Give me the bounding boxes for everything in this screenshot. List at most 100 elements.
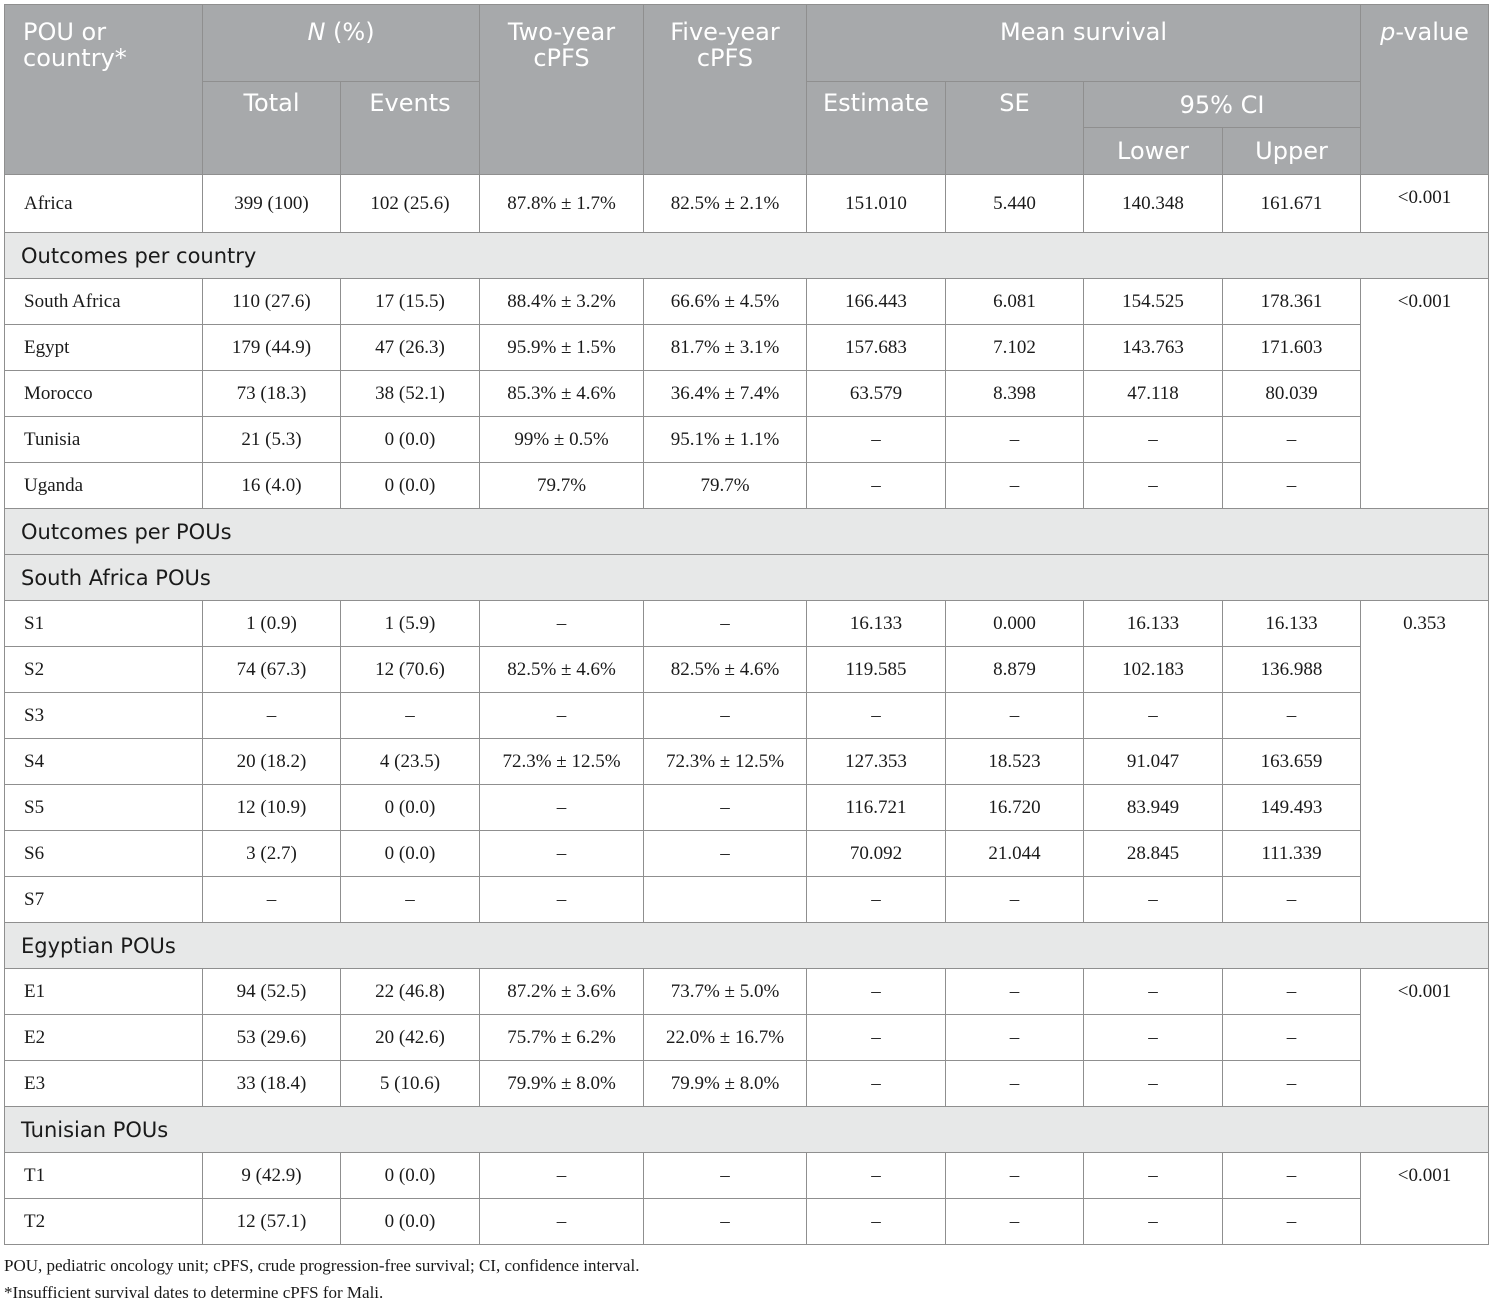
- cell-se: 5.440: [945, 174, 1084, 233]
- cell-lower: 154.525: [1083, 278, 1223, 325]
- row-label: S4: [4, 738, 203, 785]
- cell-two-year: –: [479, 1152, 644, 1199]
- cell-total: –: [202, 692, 341, 739]
- cell-events: –: [340, 692, 480, 739]
- cell-events: 0 (0.0): [340, 416, 480, 463]
- cell-upper: –: [1222, 416, 1361, 463]
- section-south-africa-pous: South Africa POUs: [4, 554, 1489, 601]
- cell-upper: 80.039: [1222, 370, 1361, 417]
- cell-events: 5 (10.6): [340, 1060, 480, 1107]
- cell-five-year: 22.0% ± 16.7%: [643, 1014, 807, 1061]
- cell-five-year: –: [643, 600, 807, 647]
- cell-estimate: 70.092: [806, 830, 946, 877]
- footnotes: POU, pediatric oncology unit; cPFS, crud…: [4, 1252, 1488, 1306]
- cell-two-year: 87.8% ± 1.7%: [479, 174, 644, 233]
- cell-se: –: [945, 416, 1084, 463]
- cell-total: 12 (10.9): [202, 784, 341, 831]
- header-upper: Upper: [1222, 127, 1361, 175]
- row-label: T2: [4, 1198, 203, 1245]
- cell-events: 47 (26.3): [340, 324, 480, 371]
- row-label: S3: [4, 692, 203, 739]
- cell-two-year: –: [479, 830, 644, 877]
- cell-estimate: 127.353: [806, 738, 946, 785]
- cell-five-year: 36.4% ± 7.4%: [643, 370, 807, 417]
- cell-events: 102 (25.6): [340, 174, 480, 233]
- section-row: South Africa POUs: [4, 554, 1489, 601]
- section-row: Outcomes per POUs: [4, 508, 1489, 555]
- header-se: SE: [945, 81, 1084, 175]
- cell-events: 4 (23.5): [340, 738, 480, 785]
- cell-events: 22 (46.8): [340, 968, 480, 1015]
- header-events: Events: [340, 81, 480, 175]
- table-row: E1 94 (52.5) 22 (46.8) 87.2% ± 3.6% 73.7% ± …: [4, 968, 1489, 1107]
- cell-total: 53 (29.6): [202, 1014, 341, 1061]
- cell-five-year: –: [643, 1152, 807, 1199]
- cell-five-year: 82.5% ± 4.6%: [643, 646, 807, 693]
- cell-two-year: 85.3% ± 4.6%: [479, 370, 644, 417]
- table-row: Tunisia 21 (5.3) 0 (0.0) 99% ± 0.5% 95.1% ± …: [4, 416, 1489, 463]
- row-label: S7: [4, 876, 203, 923]
- table-row: Africa 399 (100) 102 (25.6) 87.8% ± 1.7% 82.…: [4, 174, 1489, 233]
- cell-p-value: <0.001: [1360, 278, 1489, 509]
- cell-estimate: 151.010: [806, 174, 946, 233]
- row-label: T1: [4, 1152, 203, 1199]
- cell-total: 110 (27.6): [202, 278, 341, 325]
- cell-five-year: 66.6% ± 4.5%: [643, 278, 807, 325]
- header-n-pct-italic: N: [307, 18, 326, 46]
- row-label: S1: [4, 600, 203, 647]
- cell-total: 73 (18.3): [202, 370, 341, 417]
- cell-se: 6.081: [945, 278, 1084, 325]
- cell-two-year: –: [479, 692, 644, 739]
- header-total: Total: [202, 81, 341, 175]
- table-row: S5 12 (10.9) 0 (0.0) – –116.721 16.720 83.949 1…: [4, 784, 1489, 831]
- table-figure: POU or country* N (%) Two-year cPFS Five…: [4, 4, 1489, 1306]
- cell-total: 16 (4.0): [202, 462, 341, 509]
- cell-lower: –: [1083, 968, 1223, 1015]
- row-label: E2: [4, 1014, 203, 1061]
- header-p-value: p-value: [1360, 4, 1489, 175]
- cell-se: 18.523: [945, 738, 1084, 785]
- header-pou-or-country: POU or country*: [4, 4, 203, 175]
- cell-total: –: [202, 876, 341, 923]
- cell-two-year: 95.9% ± 1.5%: [479, 324, 644, 371]
- cell-upper: 16.133: [1222, 600, 1361, 647]
- cell-two-year: 82.5% ± 4.6%: [479, 646, 644, 693]
- cell-total: 399 (100): [202, 174, 341, 233]
- cell-p-value: 0.353: [1360, 600, 1489, 923]
- row-label: South Africa: [4, 278, 203, 325]
- cell-estimate: 16.133: [806, 600, 946, 647]
- table-row: Uganda 16 (4.0) 0 (0.0) 79.7% 79.7% – – – –: [4, 462, 1489, 509]
- cell-se: –: [945, 1152, 1084, 1199]
- header-p-italic: p: [1380, 18, 1396, 46]
- table-row: E3 33 (18.4) 5 (10.6) 79.9% ± 8.0% 79.9% ± 8…: [4, 1060, 1489, 1107]
- cell-events: 20 (42.6): [340, 1014, 480, 1061]
- cell-two-year: –: [479, 1198, 644, 1245]
- cell-estimate: 63.579: [806, 370, 946, 417]
- cell-total: 21 (5.3): [202, 416, 341, 463]
- cell-se: 16.720: [945, 784, 1084, 831]
- header-five-year-cpfs: Five-year cPFS: [643, 4, 807, 175]
- header-95-ci: 95% CI: [1083, 81, 1361, 128]
- cell-five-year: 72.3% ± 12.5%: [643, 738, 807, 785]
- cell-estimate: –: [806, 416, 946, 463]
- cell-lower: 102.183: [1083, 646, 1223, 693]
- cell-total: 94 (52.5): [202, 968, 341, 1015]
- cell-lower: –: [1083, 1014, 1223, 1061]
- row-label: E3: [4, 1060, 203, 1107]
- header-p-rest: -value: [1395, 18, 1469, 46]
- row-label: Africa: [4, 174, 203, 233]
- cell-upper: –: [1222, 876, 1361, 923]
- cell-lower: 91.047: [1083, 738, 1223, 785]
- cell-p-value: <0.001: [1360, 174, 1489, 233]
- cell-estimate: –: [806, 1152, 946, 1199]
- cell-five-year: 81.7% ± 3.1%: [643, 324, 807, 371]
- header-estimate: Estimate: [806, 81, 946, 175]
- cell-estimate: 119.585: [806, 646, 946, 693]
- cell-two-year: –: [479, 600, 644, 647]
- cell-total: 74 (67.3): [202, 646, 341, 693]
- table-row: South Africa 110 (27.6) 17 (15.5) 88.4% ± 3…: [4, 278, 1489, 509]
- cell-two-year: 75.7% ± 6.2%: [479, 1014, 644, 1061]
- cell-lower: –: [1083, 1060, 1223, 1107]
- cell-five-year: 79.9% ± 8.0%: [643, 1060, 807, 1107]
- cell-se: –: [945, 1060, 1084, 1107]
